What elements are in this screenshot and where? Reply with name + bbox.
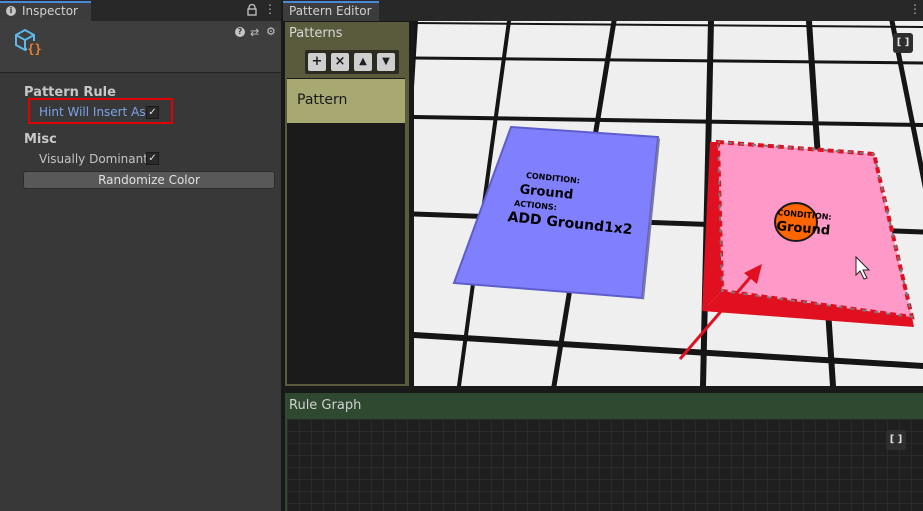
move-down-button[interactable]: ▼ bbox=[377, 53, 395, 71]
scene-canvas: CONDITION: Ground ACTIONS: ADD Ground1x2… bbox=[414, 21, 923, 386]
rule-graph-canvas[interactable] bbox=[287, 419, 923, 511]
more-options-icon[interactable]: ⋮ bbox=[264, 2, 276, 16]
panel-splitter[interactable] bbox=[281, 0, 283, 511]
patterns-toolbar: + × ▲ ▼ bbox=[305, 50, 399, 74]
rule-graph-title: Rule Graph bbox=[289, 398, 362, 413]
info-icon: i bbox=[6, 6, 16, 16]
pattern-editor-tab-bar bbox=[283, 0, 923, 21]
pattern-list-item[interactable]: Pattern bbox=[287, 79, 405, 123]
pattern-item-label: Pattern bbox=[297, 92, 348, 108]
hint-will-insert-checkbox[interactable]: ✓ bbox=[146, 106, 159, 119]
pattern-editor-tab[interactable]: Pattern Editor bbox=[283, 1, 379, 21]
svg-text:{}: {} bbox=[27, 42, 41, 56]
maximize-toggle-icon[interactable]: [ ] bbox=[893, 33, 913, 53]
lock-icon[interactable] bbox=[247, 4, 257, 16]
randomize-color-button[interactable]: Randomize Color bbox=[23, 171, 275, 189]
pink-pattern-tile[interactable]: CONDITION: Ground bbox=[702, 139, 915, 327]
scriptable-object-icon: {} bbox=[15, 28, 42, 56]
scene-view[interactable]: CONDITION: Ground ACTIONS: ADD Ground1x2… bbox=[414, 21, 923, 386]
inspector-panel bbox=[0, 0, 281, 511]
pattern-editor-tab-label: Pattern Editor bbox=[289, 4, 372, 18]
add-pattern-button[interactable]: + bbox=[308, 53, 326, 71]
remove-pattern-button[interactable]: × bbox=[331, 53, 349, 71]
horizontal-splitter[interactable] bbox=[283, 386, 923, 390]
blue-pattern-tile[interactable]: CONDITION: Ground ACTIONS: ADD Ground1x2 bbox=[452, 125, 660, 300]
visually-dominant-checkbox[interactable]: ✓ bbox=[146, 152, 159, 165]
gear-icon[interactable]: ⚙ bbox=[266, 25, 276, 38]
inspector-tab[interactable]: i Inspector bbox=[0, 1, 91, 21]
visually-dominant-label: Visually Dominant bbox=[39, 152, 148, 166]
presets-icon[interactable]: ⇄ bbox=[250, 26, 259, 39]
maximize-toggle-icon[interactable]: [ ] bbox=[886, 430, 906, 450]
patterns-list bbox=[287, 78, 405, 384]
move-up-button[interactable]: ▲ bbox=[354, 53, 372, 71]
inspector-tab-label: Inspector bbox=[22, 4, 78, 18]
hint-will-insert-label: Hint Will Insert Ass bbox=[39, 105, 152, 119]
section-misc: Misc bbox=[24, 132, 57, 147]
patterns-title: Patterns bbox=[289, 26, 343, 41]
help-icon[interactable]: ? bbox=[235, 27, 245, 37]
more-options-icon[interactable]: ⋮ bbox=[909, 2, 921, 16]
